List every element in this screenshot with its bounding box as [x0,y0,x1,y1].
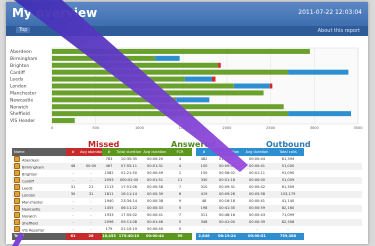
pen-overlay [12,0,248,246]
pen-tip-shape [12,232,24,246]
pen-barrel-shape [14,0,248,172]
